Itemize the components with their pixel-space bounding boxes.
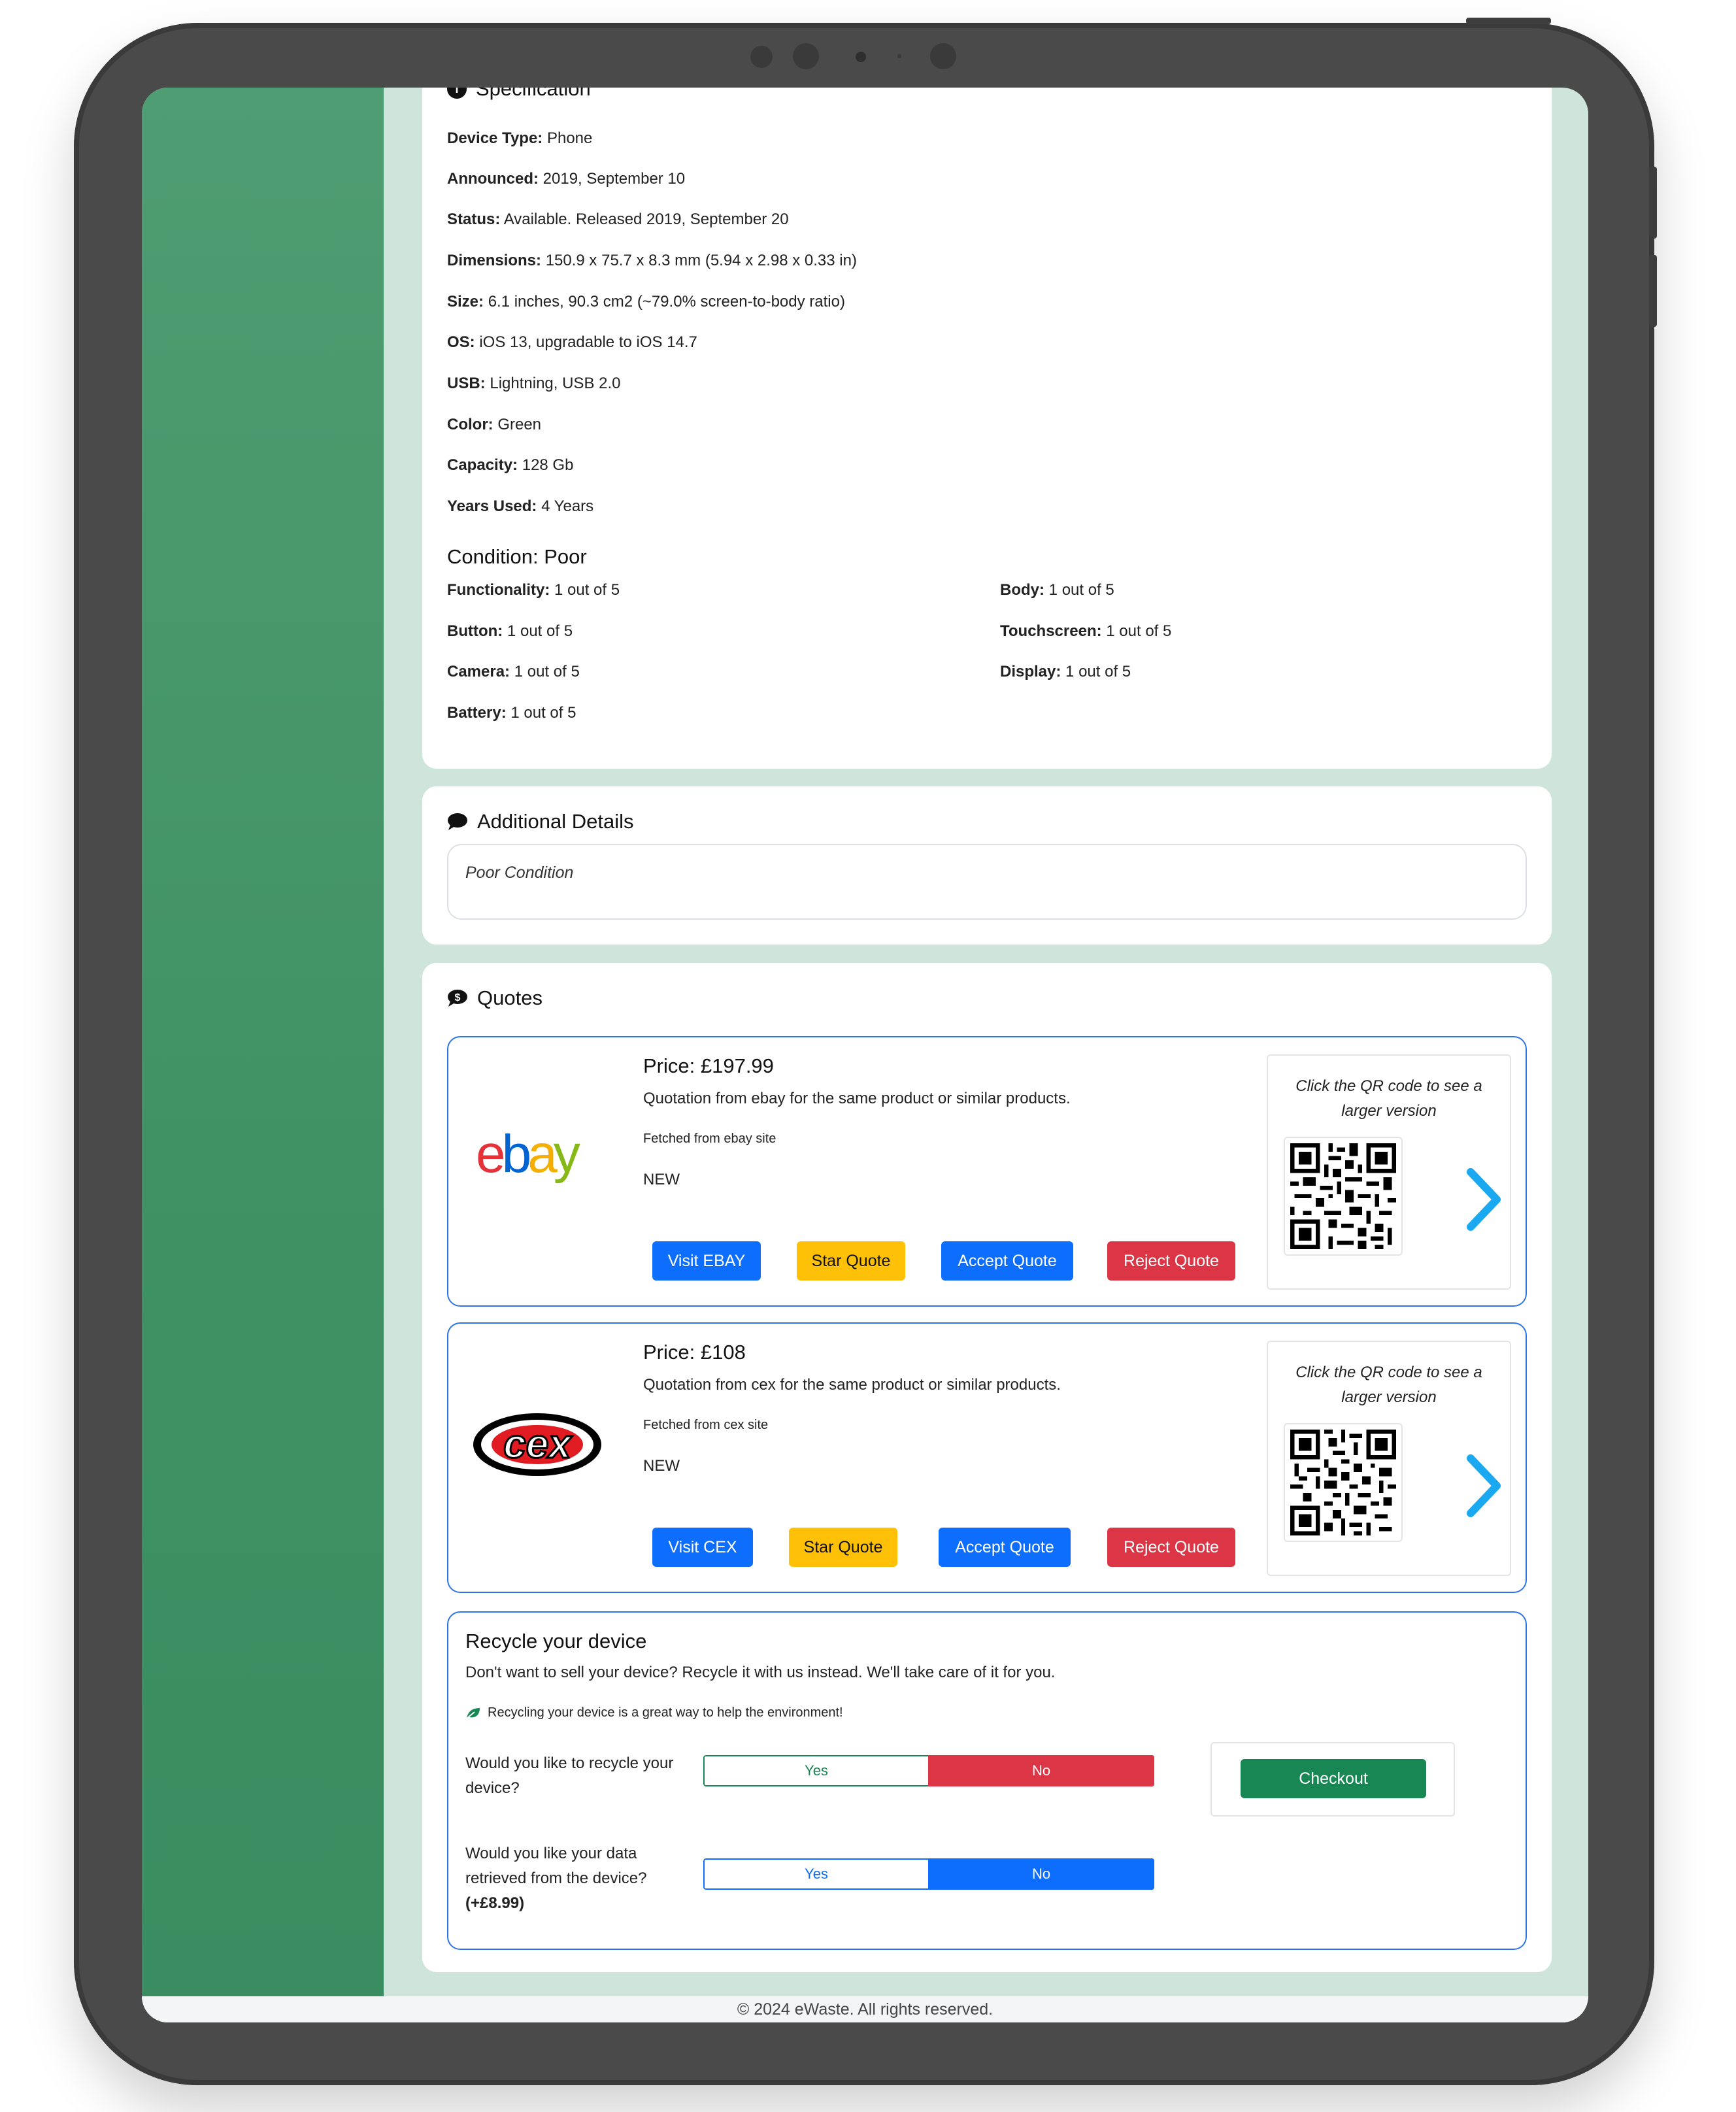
data-retrieval-toggle: Yes No (703, 1858, 1154, 1890)
qr-panel: Click the QR code to see a larger versio… (1267, 1054, 1511, 1290)
chevron-right-icon[interactable] (1464, 1453, 1503, 1518)
condition-row: Touchscreen: 1 out of 5 (1000, 622, 1172, 640)
specification-title: Specification (476, 88, 591, 100)
recycle-yes-button[interactable]: Yes (703, 1755, 928, 1786)
accept-quote-button[interactable]: Accept Quote (941, 1241, 1073, 1281)
svg-text:cex: cex (503, 1422, 573, 1467)
specification-card: i Specification Device Type: Phone Annou… (422, 88, 1552, 769)
qr-caption: Click the QR code to see a larger versio… (1295, 1077, 1482, 1120)
quote-card-cex: cex Price: £108 Quotation from cex for t… (447, 1322, 1527, 1593)
reject-quote-button[interactable]: Reject Quote (1107, 1528, 1235, 1567)
spec-row: Color: Green (447, 416, 542, 433)
quote-source: Fetched from ebay site (643, 1131, 776, 1146)
additional-details-text: Poor Condition (447, 844, 1527, 920)
visit-cex-button[interactable]: Visit CEX (652, 1528, 753, 1567)
recycle-no-button[interactable]: No (928, 1755, 1154, 1786)
money-comment-icon: $ (448, 990, 467, 1007)
recycle-note: Recycling your device is a great way to … (465, 1705, 843, 1720)
spec-row: USB: Lightning, USB 2.0 (447, 375, 621, 392)
recycle-toggle: Yes No (703, 1755, 1154, 1786)
qr-code-icon (1290, 1143, 1396, 1249)
qr-code-cex[interactable] (1284, 1423, 1403, 1542)
footer-copyright: © 2024 eWaste. All rights reserved. (142, 1996, 1588, 2022)
recycle-question: Would you like to recycle your device? (465, 1754, 674, 1797)
quote-price: Price: £197.99 (643, 1054, 774, 1077)
spec-row: Status: Available. Released 2019, Septem… (447, 210, 789, 228)
checkout-panel: Checkout (1210, 1742, 1455, 1817)
quote-source: Fetched from cex site (643, 1418, 769, 1432)
quotes-heading: $ Quotes (447, 986, 542, 1010)
condition-row: Display: 1 out of 5 (1000, 663, 1131, 680)
reject-quote-button[interactable]: Reject Quote (1107, 1241, 1235, 1281)
additional-details-heading: Additional Details (447, 810, 634, 833)
star-quote-button[interactable]: Star Quote (789, 1528, 897, 1567)
spec-row: Years Used: 4 Years (447, 497, 594, 515)
spec-row: Announced: 2019, September 10 (447, 170, 686, 188)
data-retrieval-price: (+£8.99) (465, 1894, 525, 1912)
quotes-title: Quotes (477, 986, 542, 1009)
screen: i Specification Device Type: Phone Annou… (142, 88, 1588, 2022)
leaf-icon (466, 1707, 480, 1719)
checkout-button[interactable]: Checkout (1241, 1759, 1426, 1798)
condition-row: Button: 1 out of 5 (447, 622, 573, 640)
volume-down-button (1649, 255, 1657, 327)
ebay-logo: ebay (476, 1124, 584, 1184)
qr-code-icon (1290, 1430, 1396, 1535)
data-retrieval-no-button[interactable]: No (928, 1858, 1154, 1890)
svg-text:ebay: ebay (476, 1124, 580, 1184)
additional-details-card: Additional Details Poor Condition (422, 786, 1552, 945)
spec-row: OS: iOS 13, upgradable to iOS 14.7 (447, 333, 697, 351)
cex-logo: cex (473, 1413, 601, 1476)
volume-up-button (1649, 167, 1657, 239)
recycle-panel: Recycle your device Don't want to sell y… (447, 1611, 1527, 1950)
data-retrieval-question-text: Would you like your data retrieved from … (465, 1845, 647, 1887)
accept-quote-button[interactable]: Accept Quote (939, 1528, 1071, 1567)
qr-caption: Click the QR code to see a larger versio… (1295, 1364, 1482, 1406)
data-retrieval-yes-button[interactable]: Yes (703, 1858, 928, 1890)
quote-condition: NEW (643, 1171, 680, 1188)
specification-heading: i Specification (447, 88, 591, 101)
recycle-title: Recycle your device (465, 1630, 647, 1652)
camera-dot (856, 52, 866, 62)
quotes-card: $ Quotes ebay Price: £197.99 Quotation f… (422, 963, 1552, 1972)
camera-flash (930, 43, 956, 69)
quote-condition: NEW (643, 1457, 680, 1475)
comment-icon (448, 813, 467, 830)
recycle-subtitle: Don't want to sell your device? Recycle … (465, 1664, 1056, 1681)
additional-details-title: Additional Details (477, 810, 634, 833)
recycle-note-text: Recycling your device is a great way to … (488, 1705, 843, 1720)
condition-row: Battery: 1 out of 5 (447, 704, 576, 722)
condition-row: Functionality: 1 out of 5 (447, 581, 620, 599)
spec-row: Capacity: 128 Gb (447, 456, 574, 474)
quote-description: Quotation from cex for the same product … (643, 1376, 1061, 1394)
power-button (1466, 18, 1551, 24)
quote-card-ebay: ebay Price: £197.99 Quotation from ebay … (447, 1036, 1527, 1307)
visit-ebay-button[interactable]: Visit EBAY (652, 1241, 761, 1281)
camera-lens (793, 43, 819, 69)
info-icon: i (447, 88, 467, 99)
spec-row: Device Type: Phone (447, 129, 593, 147)
condition-row: Camera: 1 out of 5 (447, 663, 580, 680)
sidebar (142, 88, 384, 1996)
spec-row: Dimensions: 150.9 x 75.7 x 8.3 mm (5.94 … (447, 252, 857, 269)
camera-sensor (750, 46, 773, 68)
star-quote-button[interactable]: Star Quote (797, 1241, 905, 1281)
qr-panel: Click the QR code to see a larger versio… (1267, 1341, 1511, 1576)
condition-row: Body: 1 out of 5 (1000, 581, 1114, 599)
svg-text:$: $ (455, 992, 461, 1003)
spec-row: Size: 6.1 inches, 90.3 cm2 (~79.0% scree… (447, 293, 845, 310)
chevron-right-icon[interactable] (1464, 1167, 1503, 1232)
qr-code-ebay[interactable] (1284, 1137, 1403, 1256)
quote-price: Price: £108 (643, 1341, 746, 1364)
quote-description: Quotation from ebay for the same product… (643, 1090, 1071, 1107)
camera-dot-small (897, 54, 901, 58)
data-retrieval-question: Would you like your data retrieved from … (465, 1841, 688, 1916)
condition-title: Condition: Poor (447, 545, 587, 568)
